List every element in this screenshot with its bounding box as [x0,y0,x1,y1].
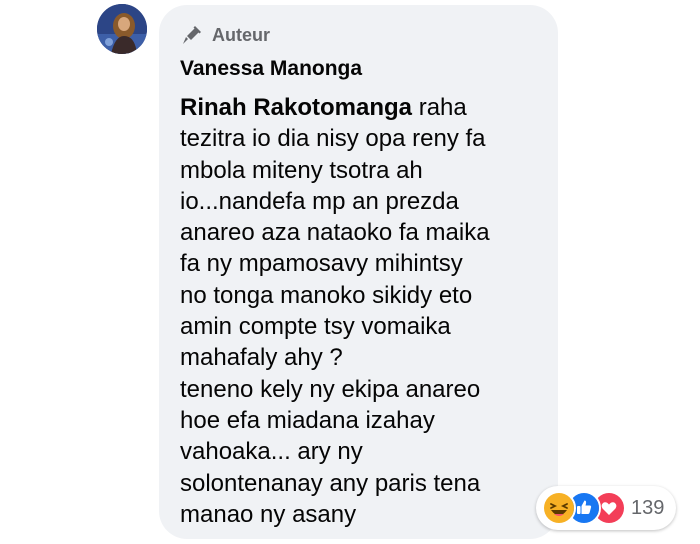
comment-line: mbola miteny tsotra ah [180,156,423,184]
comment-line: solontenanay any paris tena [180,469,481,497]
comment-line: vahoaka... ary ny [180,438,363,466]
comment-text: Rinah Rakotomanga raha tezitra io dia ni… [180,92,540,530]
comment-line: teneno kely ny ekipa anareo [180,375,481,403]
comment-line: manao ny asany [180,500,357,528]
reactions-summary[interactable]: 139 [536,486,677,530]
comment-author-name[interactable]: Vanessa Manonga [180,57,362,81]
comment-line: tezitra io dia nisy opa reny fa [180,125,486,153]
author-badge: Auteur [180,22,270,48]
reaction-count: 139 [631,496,665,519]
avatar-image [97,4,147,54]
comment-line: hoe efa miadana izahay [180,406,435,434]
avatar[interactable] [97,4,147,54]
comment-line: no tonga manoko sikidy eto [180,281,473,309]
mention-link[interactable]: Rinah Rakotomanga [180,94,412,121]
haha-icon [542,491,576,525]
comment-line: amin compte tsy vomaika [180,313,451,341]
megaphone-icon [183,26,201,44]
comment-line: mahafaly ahy ? [180,344,343,372]
badge-label: Auteur [212,24,270,45]
comment-line: fa ny mpamosavy mihintsy [180,250,463,278]
comment-line-first: Rinah Rakotomanga raha [180,92,540,123]
comment-line-first-text: raha [412,94,467,121]
comment-line: io...nandefa mp an prezda [180,187,459,215]
comment-line: anareo aza nataoko fa maika [180,219,490,247]
